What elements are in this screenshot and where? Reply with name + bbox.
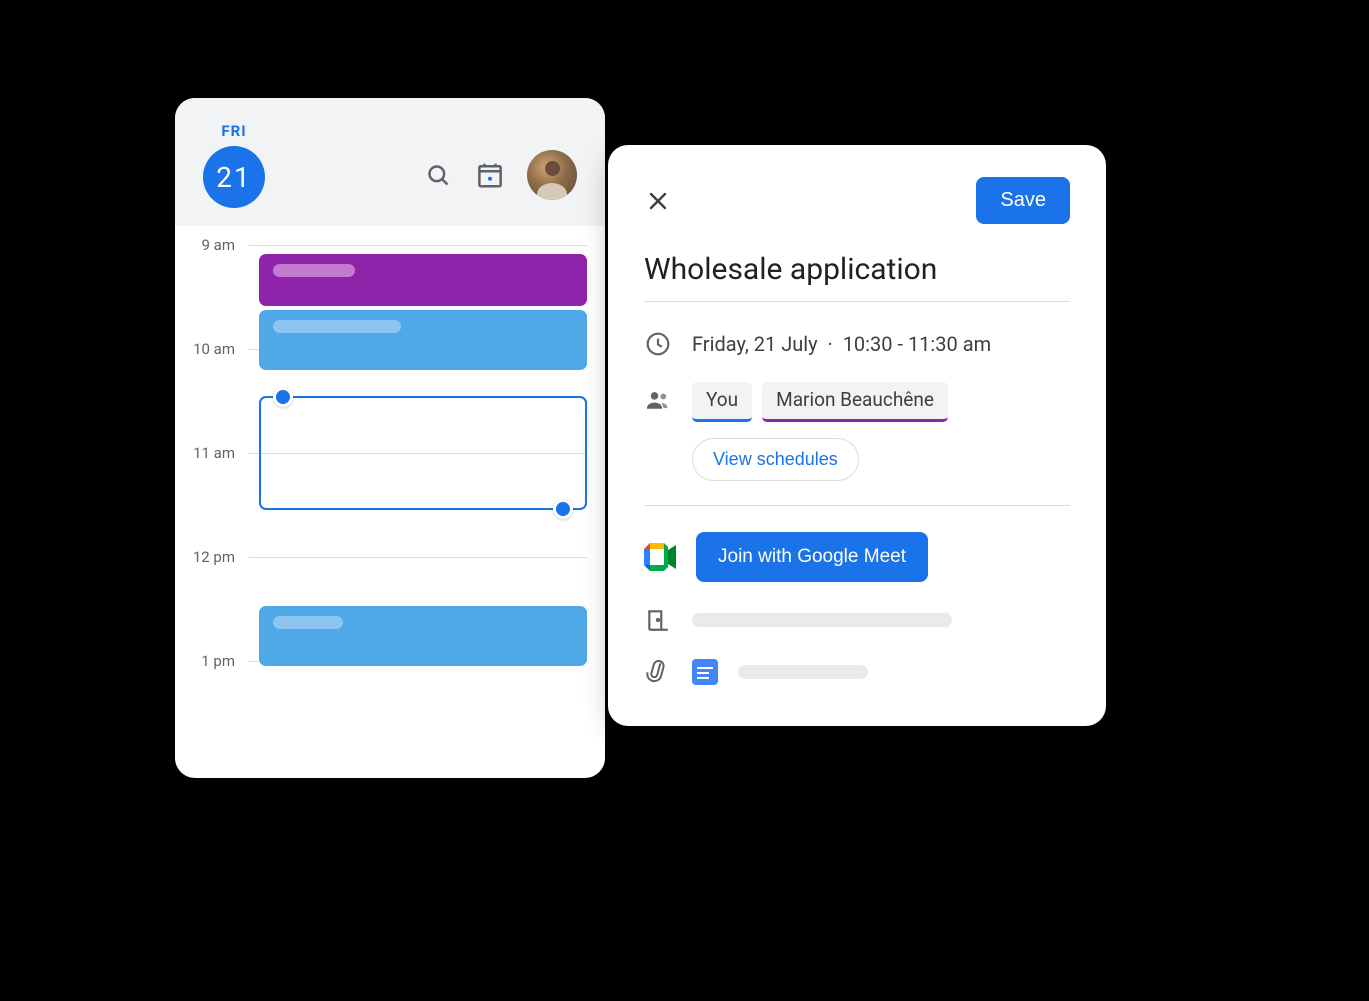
event-time-row[interactable]: Friday, 21 July · 10:30 - 11:30 am [644,330,1070,358]
event-detail-panel: Save Wholesale application Friday, 21 Ju… [608,145,1106,726]
attendee-chips: You Marion Beauchêne [692,382,948,422]
room-icon [644,606,672,634]
people-icon [644,386,672,414]
attachment-row[interactable] [644,658,1070,686]
time-label: 1 pm [175,652,249,670]
search-icon[interactable] [423,160,453,190]
date-badge[interactable]: FRI 21 [203,122,265,208]
time-label: 10 am [175,340,249,358]
save-button[interactable]: Save [976,177,1070,224]
avatar[interactable] [527,150,577,200]
calendar-timeline[interactable]: 9 am 10 am 11 am 12 pm 1 pm [175,226,605,766]
events-layer [249,246,587,766]
detail-header: Save [644,177,1070,224]
google-meet-icon [644,543,676,571]
event-title-placeholder [273,264,355,277]
video-call-row: Join with Google Meet [644,532,1070,582]
event-title[interactable]: Wholesale application [644,252,1070,302]
doc-icon[interactable] [692,659,718,685]
time-label: 9 am [175,236,249,254]
room-row[interactable] [644,606,1070,634]
day-of-week-label: FRI [221,122,246,140]
time-selection-box[interactable] [259,396,587,510]
event-block[interactable] [259,310,587,370]
event-title-placeholder [273,616,343,629]
attendees-row: You Marion Beauchêne View schedules [644,382,1070,481]
calendar-day-view: FRI 21 9 am 10 am 11 am 12 pm [175,98,605,778]
join-meet-button[interactable]: Join with Google Meet [696,532,928,582]
clock-icon [644,330,672,358]
event-datetime-text: Friday, 21 July · 10:30 - 11:30 am [692,332,991,356]
event-block[interactable] [259,254,587,306]
date-number-circle: 21 [203,146,265,208]
view-schedules-button[interactable]: View schedules [692,438,859,481]
calendar-header: FRI 21 [175,98,605,226]
divider [644,505,1070,506]
drag-handle-start[interactable] [273,387,293,407]
calendar-today-icon[interactable] [475,160,505,190]
room-placeholder [692,613,952,627]
event-title-placeholder [273,320,401,333]
attendee-chip-you[interactable]: You [692,382,752,422]
time-label: 11 am [175,444,249,462]
attendees-column: You Marion Beauchêne View schedules [692,382,948,481]
drag-handle-end[interactable] [553,499,573,519]
close-icon[interactable] [644,187,672,215]
time-label: 12 pm [175,548,249,566]
attachment-placeholder [738,665,868,679]
attachment-icon [644,658,672,686]
header-actions [423,150,577,208]
event-block[interactable] [259,606,587,666]
attendee-chip-guest[interactable]: Marion Beauchêne [762,382,948,422]
